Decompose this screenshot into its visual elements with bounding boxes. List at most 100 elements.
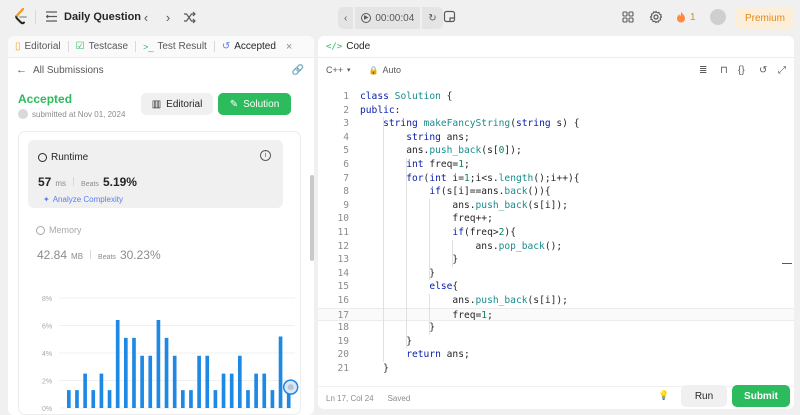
chart-bar[interactable] (156, 320, 161, 408)
streak-counter[interactable]: 1 (676, 11, 696, 23)
code-line[interactable]: 14 } (318, 267, 794, 281)
code-line[interactable]: 17 freq=1; (318, 307, 794, 322)
code-line[interactable]: 21 } (318, 362, 794, 376)
code-editor[interactable]: 1 class Solution {2 public: 3 string makeFa… (318, 88, 794, 378)
chart-bar[interactable] (132, 337, 136, 408)
info-icon[interactable]: i (260, 150, 271, 161)
fullscreen-icon[interactable]: ⤢ (778, 65, 786, 76)
layout-icon[interactable] (622, 11, 634, 23)
braces-icon[interactable]: {} (738, 65, 745, 76)
tab-editorial[interactable]: ▯ Editorial (8, 36, 68, 58)
problem-list-title[interactable]: Daily Question (64, 11, 141, 23)
chart-bar[interactable] (270, 390, 275, 408)
code-line[interactable]: 7 for(int i=1;i<s.length();i++){ (318, 172, 794, 186)
chart-bar[interactable] (148, 355, 153, 408)
runtime-label: Runtime (51, 152, 89, 163)
cursor-position: Ln 17, Col 24 (326, 393, 374, 403)
timer-collapse-icon[interactable]: ‹ (338, 7, 354, 29)
close-icon[interactable]: × (286, 41, 292, 53)
chart-bar[interactable] (124, 337, 128, 408)
line-number: 20 (337, 349, 349, 361)
chart-bar[interactable] (205, 355, 210, 408)
chart-bar[interactable] (91, 390, 96, 408)
code-line[interactable]: 16 ans.push_back(s[i]); (318, 294, 794, 308)
code-line[interactable]: 3 string makeFancyString(string s) { (318, 117, 794, 131)
memory-title[interactable]: Memory (36, 225, 82, 235)
run-button[interactable]: Run (681, 385, 727, 407)
tab-test-result[interactable]: >_ Test Result (136, 36, 214, 58)
code-line[interactable]: 10 freq++; (318, 212, 794, 226)
chart-bar[interactable] (229, 373, 234, 408)
chart-bar[interactable] (107, 390, 112, 408)
panel-resize-handle[interactable] (782, 263, 792, 264)
notes-icon[interactable] (443, 10, 456, 23)
solution-button[interactable]: ✎ Solution (218, 93, 291, 115)
problem-list-icon[interactable] (45, 10, 58, 23)
chart-bar[interactable] (181, 390, 185, 408)
y-tick-label: 2% (42, 379, 52, 386)
code-line[interactable]: 19 } (318, 335, 794, 349)
chart-bar[interactable] (164, 337, 169, 408)
bookmark-icon[interactable]: ⊓ (720, 65, 728, 76)
scrollbar[interactable] (310, 175, 314, 261)
mode-select[interactable]: 🔒 Auto (369, 65, 401, 75)
leetcode-logo-icon[interactable] (14, 8, 28, 26)
chart-bar[interactable] (140, 355, 144, 408)
runtime-box[interactable]: Runtime i 57 ms Beats 5.19% ✦ Analyze Co… (28, 140, 283, 208)
code-line[interactable]: 1 class Solution { (318, 90, 794, 104)
format-icon[interactable]: ≣ (699, 65, 707, 76)
code-line[interactable]: 12 ans.pop_back(); (318, 240, 794, 254)
next-question-icon[interactable]: › (160, 9, 176, 25)
code-line[interactable]: 4 string ans; (318, 131, 794, 145)
analyze-complexity-link[interactable]: ✦ Analyze Complexity (43, 195, 123, 204)
chart-bar[interactable] (213, 390, 218, 408)
code-line[interactable]: 8 if(s[i]==ans.back()){ (318, 185, 794, 199)
chart-bar[interactable] (254, 373, 258, 408)
settings-gear-icon[interactable] (649, 10, 663, 24)
tab-testcase[interactable]: ☑ Testcase (69, 36, 135, 58)
timer[interactable]: ▶ 00:00:04 (355, 7, 421, 29)
chart-bar[interactable] (83, 373, 87, 408)
code-line[interactable]: 2 public: (318, 104, 794, 118)
chart-bar[interactable] (262, 373, 267, 408)
avatar[interactable] (710, 9, 726, 25)
left-tabs: ▯ Editorial ☑ Testcase >_ Test Result ↺ … (8, 36, 314, 58)
chart-bar[interactable] (278, 336, 283, 409)
premium-button[interactable]: Premium (736, 7, 794, 29)
code-line[interactable]: 5 ans.push_back(s[0]); (318, 144, 794, 158)
language-select[interactable]: C++ ▾ (326, 65, 351, 75)
editorial-button[interactable]: ▥ Editorial (141, 93, 213, 115)
tab-accepted[interactable]: ↺ Accepted × (215, 36, 300, 58)
indent-guide (383, 117, 385, 362)
chart-bar[interactable] (172, 355, 177, 408)
back-arrow-icon[interactable]: ← (16, 64, 27, 76)
reset-icon[interactable]: ↺ (759, 65, 767, 76)
line-number: 19 (337, 335, 349, 347)
submit-button[interactable]: Submit (732, 385, 790, 407)
chart-bar[interactable] (197, 355, 201, 408)
code-line[interactable]: 13 } (318, 253, 794, 267)
code-line[interactable]: 20 return ans; (318, 348, 794, 362)
shuffle-icon[interactable] (183, 11, 196, 24)
reset-timer-icon[interactable]: ↻ (422, 7, 443, 29)
chart-bar[interactable] (246, 390, 250, 408)
chart-bar[interactable] (75, 390, 79, 408)
all-submissions-link[interactable]: All Submissions (33, 65, 104, 76)
chart-bar[interactable] (99, 373, 104, 408)
chart-bar[interactable] (238, 355, 242, 408)
code-line[interactable]: 15 else{ (318, 280, 794, 294)
prev-question-icon[interactable]: ‹ (138, 9, 154, 25)
link-icon[interactable]: 🔗 (292, 65, 304, 76)
code-line[interactable]: 11 if(freq>2){ (318, 226, 794, 240)
runtime-distribution-chart[interactable]: 8% 6% 4% 2% 0% (19, 288, 302, 415)
tab-code[interactable]: Code (346, 41, 370, 52)
chart-bar[interactable] (189, 390, 193, 408)
hint-bulb-icon[interactable]: 💡 (658, 390, 669, 401)
code-line[interactable]: 9 ans.push_back(s[i]); (318, 199, 794, 213)
streak-count: 1 (690, 11, 696, 23)
chart-bar[interactable] (67, 390, 71, 408)
code-line[interactable]: 6 int freq=1; (318, 158, 794, 172)
code-line[interactable]: 18 } (318, 321, 794, 335)
chart-bar[interactable] (115, 320, 120, 408)
chart-bar[interactable] (221, 373, 226, 408)
